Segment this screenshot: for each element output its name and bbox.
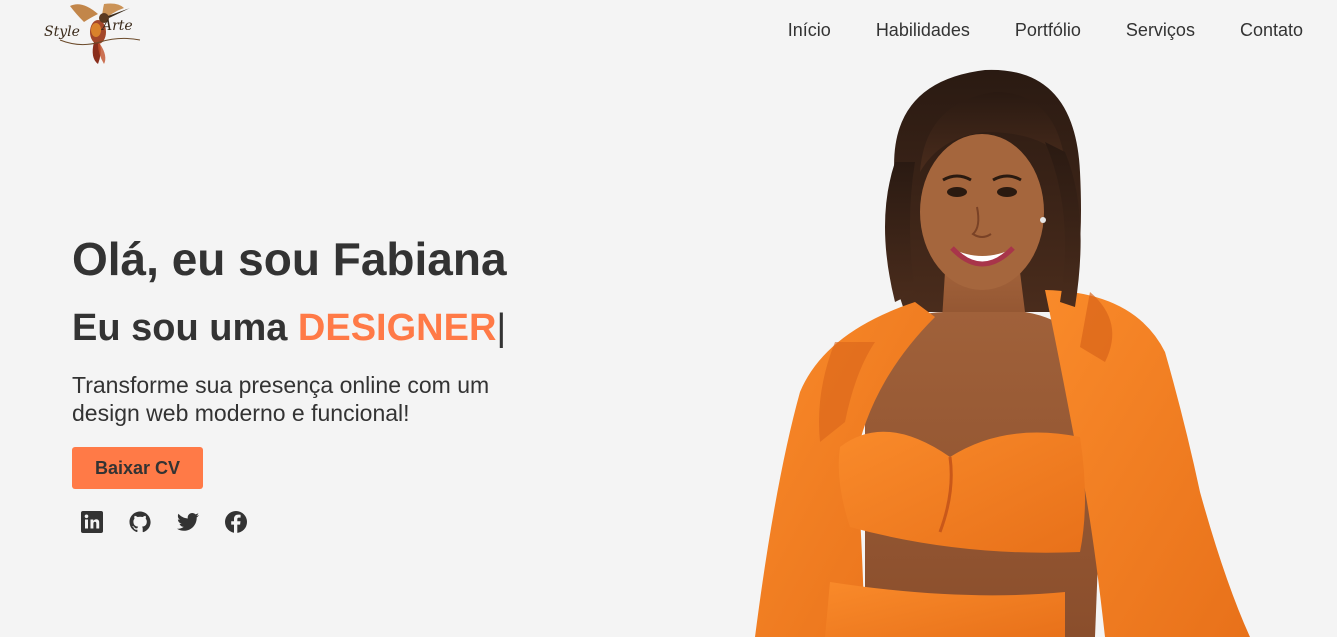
nav-link-inicio[interactable]: Início [788,19,831,41]
hero-subtitle-prefix: Eu sou uma [72,307,298,349]
twitter-icon [177,513,199,531]
nav-link-habilidades[interactable]: Habilidades [876,19,970,41]
download-cv-button[interactable]: Baixar CV [72,447,203,489]
page: Style Arte Início Habilidades Portfólio … [0,0,1337,637]
logo-word-arte: Arte [102,18,133,34]
nav-link-servicos[interactable]: Serviços [1126,19,1195,41]
hero-description: Transforme sua presença online com um de… [72,372,490,426]
portrait-photo [745,62,1275,637]
header: Style Arte Início Habilidades Portfólio … [0,0,1337,64]
facebook-link[interactable] [224,510,248,534]
github-icon [129,511,151,533]
linkedin-icon [81,511,103,533]
main-nav: Início Habilidades Portfólio Serviços Co… [743,19,1303,41]
nav-link-contato[interactable]: Contato [1240,19,1303,41]
linkedin-link[interactable] [80,510,104,534]
hero-title: Olá, eu sou Fabiana [72,233,507,285]
twitter-link[interactable] [176,510,200,534]
logo[interactable]: Style Arte [40,0,150,66]
social-links [80,510,272,534]
logo-word-style: Style [44,24,80,40]
hero-typed-role: DESIGNER [297,307,497,349]
portrait-illustration [755,69,1250,637]
github-link[interactable] [128,510,152,534]
hero-subtitle: Eu sou uma DESIGNER| [72,305,506,351]
nav-link-portfolio[interactable]: Portfólio [1015,19,1081,41]
typing-cursor: | [496,307,507,349]
facebook-icon [225,511,247,533]
